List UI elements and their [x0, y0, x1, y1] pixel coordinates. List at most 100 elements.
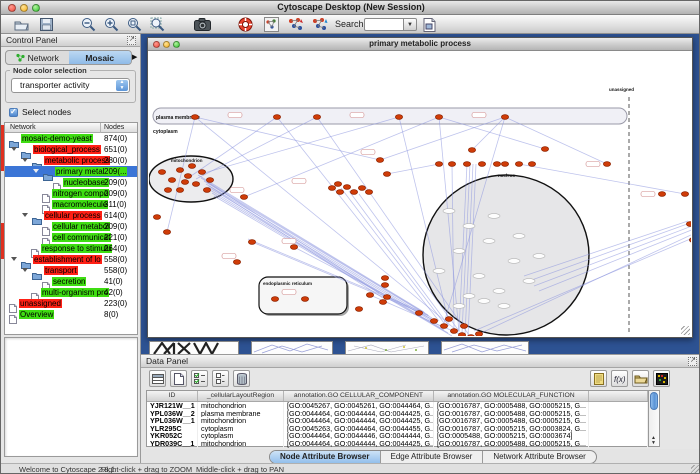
network-node[interactable] — [448, 162, 455, 167]
zoom-fit-icon[interactable] — [149, 16, 166, 33]
network-node[interactable] — [475, 332, 482, 336]
network-node[interactable] — [248, 240, 255, 245]
network-node[interactable] — [301, 297, 308, 302]
network-node[interactable] — [383, 172, 390, 177]
import-attributes-icon[interactable] — [632, 370, 649, 387]
tab-mosaic[interactable]: Mosaic — [69, 51, 132, 64]
network-node[interactable] — [313, 115, 320, 120]
network-node[interactable] — [153, 215, 160, 220]
zoom-in-icon[interactable] — [103, 16, 120, 33]
create-network-icon[interactable] — [311, 16, 328, 33]
tree-row-establishment-of-lo[interactable]: establishment of lo558(0) — [5, 254, 137, 265]
tree-row-nitrogen-compo[interactable]: nitrogen compo209(0) — [5, 188, 137, 199]
expand-arrow-icon[interactable] — [11, 147, 17, 151]
network-frame-icon[interactable] — [263, 16, 280, 33]
network-node[interactable] — [191, 115, 198, 120]
attribute-table[interactable]: ID_cellularLayoutRegionannotation.GO CEL… — [146, 390, 649, 447]
network-node[interactable] — [381, 276, 388, 281]
network-node[interactable] — [460, 324, 467, 329]
tab-edge-attribute-browser[interactable]: Edge Attribute Browser — [381, 451, 484, 463]
network-node[interactable] — [350, 190, 357, 195]
tree-row-transport[interactable]: transport558(0) — [5, 265, 137, 276]
network-node[interactable] — [366, 293, 373, 298]
network-node[interactable] — [184, 174, 191, 179]
network-node[interactable] — [381, 283, 388, 288]
network-node[interactable] — [430, 319, 437, 324]
destroy-network-icon[interactable] — [287, 16, 304, 33]
expand-arrow-icon[interactable] — [11, 257, 17, 261]
network-node[interactable] — [273, 115, 280, 120]
network-node[interactable] — [176, 168, 183, 173]
network-node[interactable] — [493, 162, 500, 167]
attribute-grid-icon[interactable] — [149, 370, 166, 387]
background-window[interactable] — [345, 341, 429, 354]
column-header-_cellularLayoutRegion[interactable]: _cellularLayoutRegion — [198, 391, 284, 401]
background-window[interactable] — [441, 341, 529, 354]
search-dropdown-button[interactable]: ▼ — [404, 18, 417, 31]
network-node[interactable] — [206, 178, 213, 183]
tree-row-mosaic-demo-yeast[interactable]: mosaic-demo-yeast874(0) — [5, 133, 137, 144]
tree-row-macromolecule[interactable]: macromolecule311(0) — [5, 199, 137, 210]
window-resize-grip[interactable] — [691, 465, 700, 474]
network-node[interactable] — [379, 300, 386, 305]
import-table-icon[interactable] — [421, 16, 438, 33]
help-lifesaver-icon[interactable] — [237, 16, 254, 33]
snapshot-camera-icon[interactable] — [194, 16, 211, 33]
table-scrollbar-thumb[interactable] — [650, 392, 658, 410]
network-node[interactable] — [240, 195, 247, 200]
network-node[interactable] — [365, 190, 372, 195]
float-panel-icon[interactable] — [127, 36, 136, 45]
zoom-selected-icon[interactable] — [126, 16, 143, 33]
network-node[interactable] — [458, 333, 465, 336]
network-node[interactable] — [355, 307, 362, 312]
network-node[interactable] — [328, 186, 335, 191]
scroll-arrows-icon[interactable]: ▲▼ — [649, 436, 658, 446]
network-canvas[interactable]: plasma membranecytoplasmunassignedmitoch… — [149, 51, 691, 336]
background-window[interactable] — [251, 341, 333, 354]
column-header-annotation.GO MOLECULAR_FUNCTION[interactable]: annotation.GO MOLECULAR_FUNCTION — [434, 391, 589, 401]
network-tree-header[interactable]: Network Nodes — [5, 123, 137, 133]
network-node[interactable] — [445, 317, 452, 322]
table-row[interactable]: YLR295Ccytoplasm[GO:0045263, GO:0044464,… — [147, 425, 648, 433]
column-header-blank[interactable] — [589, 391, 648, 401]
tree-row-biological-process[interactable]: biological_process651(0) — [5, 144, 137, 155]
expand-arrow-icon[interactable] — [22, 213, 28, 217]
network-node[interactable] — [467, 335, 474, 336]
select-nodes-checkbox[interactable] — [9, 108, 18, 117]
network-node[interactable] — [515, 162, 522, 167]
network-node[interactable] — [168, 178, 175, 183]
tree-row-nucleobase-[interactable]: nucleobase-209(0) — [5, 177, 137, 188]
network-node[interactable] — [343, 185, 350, 190]
network-node[interactable] — [501, 162, 508, 167]
network-node[interactable] — [603, 162, 610, 167]
network-node[interactable] — [176, 188, 183, 193]
network-node[interactable] — [203, 188, 210, 193]
table-row[interactable]: YPL036W__1mitochondrion[GO:0044464, GO:0… — [147, 417, 648, 425]
tab-network[interactable]: Network — [6, 51, 69, 64]
tab-node-attribute-browser[interactable]: Node Attribute Browser — [270, 451, 381, 463]
column-header-annotation.GO CELLULAR_COMPONENT[interactable]: annotation.GO CELLULAR_COMPONENT — [284, 391, 434, 401]
table-scrollbar[interactable]: ▲▼ — [649, 390, 660, 447]
table-row[interactable]: YDR039C__1mitochondrion[GO:0044464, GO:0… — [147, 440, 648, 448]
matrix-icon[interactable] — [653, 370, 670, 387]
unselect-attributes-icon[interactable] — [212, 370, 229, 387]
tree-row-primary-metabo[interactable]: primary metabo209(... — [5, 166, 137, 177]
network-node[interactable] — [450, 329, 457, 334]
expand-arrow-icon[interactable] — [22, 158, 28, 162]
tab-network-attribute-browser[interactable]: Network Attribute Browser — [483, 451, 595, 463]
network-node[interactable] — [658, 192, 665, 197]
save-icon[interactable] — [38, 16, 55, 33]
network-node[interactable] — [681, 192, 688, 197]
search-input[interactable] — [364, 18, 404, 31]
network-node[interactable] — [440, 324, 447, 329]
network-node[interactable] — [181, 180, 188, 185]
network-node[interactable] — [192, 182, 199, 187]
network-window-titlebar[interactable]: primary metabolic process — [148, 38, 692, 51]
select-attributes-icon[interactable] — [191, 370, 208, 387]
network-node[interactable] — [188, 164, 195, 169]
network-node[interactable] — [689, 238, 691, 243]
network-node[interactable] — [290, 245, 297, 250]
table-row[interactable]: YJR121W__1mitochondrion[GO:0045267, GO:0… — [147, 402, 648, 410]
network-node[interactable] — [463, 162, 470, 167]
table-row[interactable]: YKR052Ccytoplasm[GO:0044464, GO:0044446,… — [147, 432, 648, 440]
